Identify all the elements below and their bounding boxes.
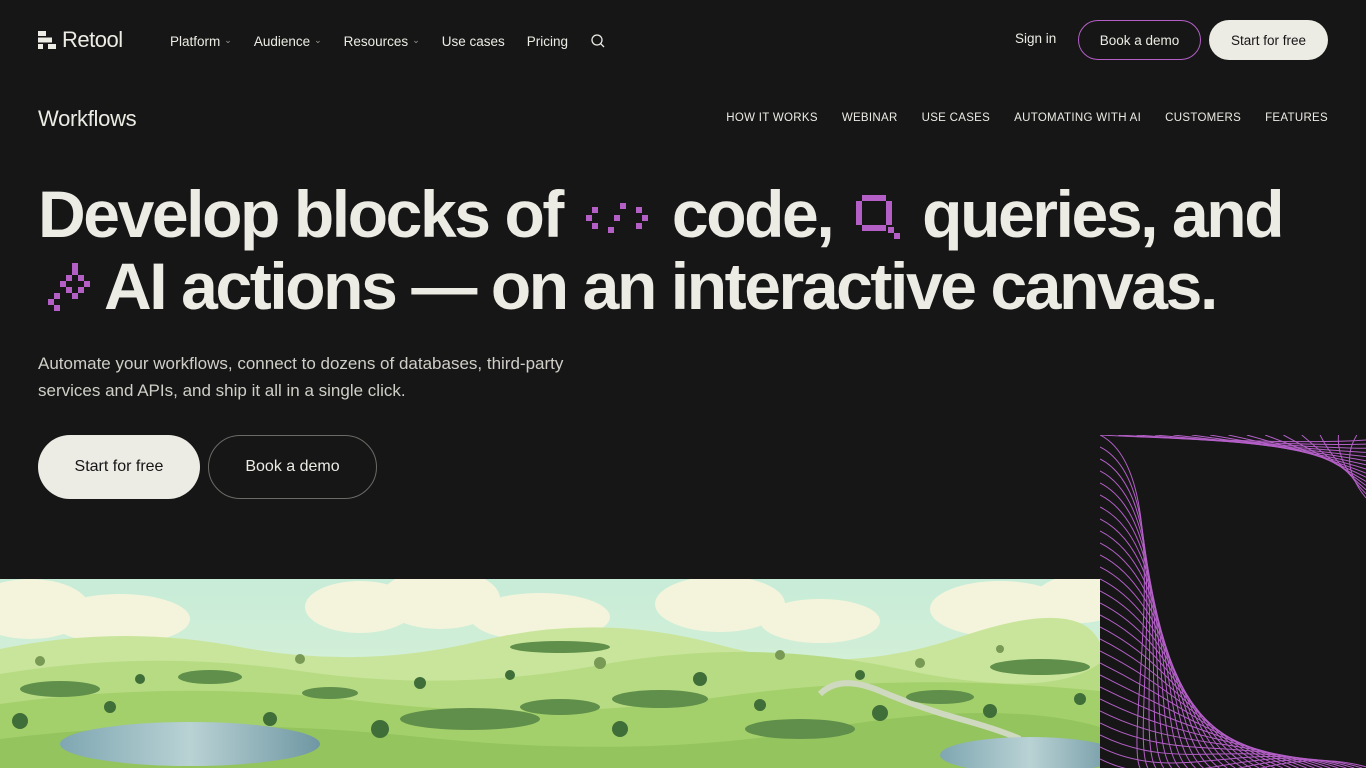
- hero-subtext: Automate your workflows, connect to doze…: [38, 354, 564, 400]
- nav-item-resources[interactable]: Resources ⌄: [344, 34, 420, 49]
- query-icon: [856, 195, 901, 239]
- section-link-features[interactable]: FEATURES: [1265, 112, 1328, 124]
- primary-nav: Platform ⌄ Audience ⌄ Resources ⌄ Use ca…: [170, 30, 606, 52]
- section-link-use-cases[interactable]: USE CASES: [922, 112, 991, 124]
- section-link-automating-ai[interactable]: AUTOMATING WITH AI: [1014, 112, 1141, 124]
- section-nav: HOW IT WORKS WEBINAR USE CASES AUTOMATIN…: [726, 112, 1328, 124]
- sign-in-link[interactable]: Sign in: [1015, 31, 1056, 46]
- headline-text: queries, and: [922, 177, 1284, 251]
- chevron-down-icon: ⌄: [412, 34, 420, 45]
- nav-label: Resources: [343, 33, 409, 49]
- headline-line-1: Develop blocks of code, queries, and: [38, 178, 1328, 250]
- nav-item-platform[interactable]: Platform ⌄: [170, 34, 232, 49]
- nav-label: Use cases: [441, 33, 505, 49]
- nav-item-pricing[interactable]: Pricing: [527, 34, 568, 49]
- headline-line-2: AI actions — on an interactive canvas.: [38, 250, 1328, 322]
- section-link-customers[interactable]: CUSTOMERS: [1165, 112, 1241, 124]
- product-title[interactable]: Workflows: [38, 106, 137, 132]
- nav-item-audience[interactable]: Audience ⌄: [254, 34, 322, 49]
- hero-book-demo-button[interactable]: Book a demo: [208, 435, 377, 499]
- logo-wordmark: Retool: [62, 27, 123, 52]
- book-demo-button[interactable]: Book a demo: [1078, 20, 1201, 60]
- hero-start-free-button[interactable]: Start for free: [38, 435, 200, 499]
- section-link-webinar[interactable]: WEBINAR: [842, 112, 898, 124]
- headline-text: AI actions — on an interactive canvas.: [104, 249, 1218, 323]
- nav-label: Platform: [170, 33, 221, 49]
- headline-text: code,: [671, 177, 835, 251]
- headline-text: Develop blocks of: [38, 177, 564, 251]
- nav-label: Audience: [253, 33, 311, 49]
- chevron-down-icon: ⌄: [224, 34, 232, 45]
- landscape-illustration: [0, 579, 1100, 768]
- decorative-line-pattern: [1100, 435, 1366, 768]
- search-icon[interactable]: [590, 33, 606, 49]
- section-link-how-it-works[interactable]: HOW IT WORKS: [726, 112, 818, 124]
- ai-sparkle-icon: [48, 263, 90, 311]
- nav-item-use-cases[interactable]: Use cases: [442, 34, 505, 49]
- retool-logo[interactable]: Retool: [38, 27, 123, 52]
- nav-label: Pricing: [526, 33, 569, 49]
- chevron-down-icon: ⌄: [314, 34, 322, 45]
- top-navigation: Retool Platform ⌄ Audience ⌄ Resources ⌄…: [0, 0, 1366, 80]
- code-icon: [585, 203, 648, 233]
- hero-headline: Develop blocks of code, queries, and AI …: [38, 178, 1328, 322]
- retool-logo-icon: [38, 31, 56, 49]
- start-free-button[interactable]: Start for free: [1209, 20, 1328, 60]
